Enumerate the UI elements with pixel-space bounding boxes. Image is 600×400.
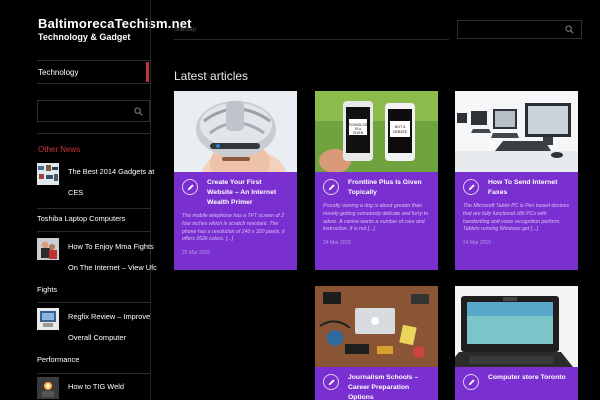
article-image[interactable]: [455, 286, 578, 367]
svg-text:DEBATE: DEBATE: [393, 130, 408, 134]
sidebar: Technology Other News The Best 2014 Gadg…: [37, 0, 157, 400]
divider: [37, 231, 150, 232]
article-title[interactable]: How To Send Internet Faxes: [488, 178, 570, 198]
pencil-icon: [323, 374, 339, 390]
article-title[interactable]: Computer store Toronto: [488, 373, 570, 383]
article-card[interactable]: TECHNOLOGY IS A GIVEN NOT A DEBATE Front…: [315, 91, 438, 270]
article-excerpt: The mobile telephone has a TFT screen of…: [182, 213, 285, 243]
article-image[interactable]: [174, 91, 297, 172]
article-title[interactable]: Journalism Schools – Career Preparation …: [348, 373, 430, 400]
other-news-heading: Other News: [38, 145, 81, 154]
svg-text:GIVEN: GIVEN: [353, 131, 364, 135]
svg-text:NOT A: NOT A: [395, 125, 406, 129]
news-title[interactable]: The Best 2014 Gadgets at: [68, 161, 154, 183]
article-date: 24 Mar 2015: [463, 240, 492, 247]
article-title[interactable]: Create Your First Website – An Internet …: [207, 178, 289, 208]
article-excerpt: Proudly owning a dog is about greater th…: [323, 203, 428, 233]
sitemap-link[interactable]: Sitemap: [174, 22, 449, 40]
news-title-cont[interactable]: Fights: [37, 279, 57, 301]
news-title[interactable]: Toshiba Laptop Computers: [37, 208, 125, 230]
header-search-input[interactable]: [457, 20, 582, 39]
news-thumbnail: [37, 238, 59, 260]
article-title[interactable]: Frontline Plus Is Given Topically: [348, 178, 430, 198]
article-image[interactable]: [455, 91, 578, 172]
pencil-icon: [182, 179, 198, 195]
divider: [37, 302, 150, 303]
sidebar-item-technology[interactable]: Technology: [37, 60, 150, 84]
search-icon[interactable]: [565, 25, 574, 34]
article-date: 24 Mar 2015: [323, 240, 352, 247]
article-date: 25 Mar 2015: [182, 250, 211, 257]
article-image[interactable]: TECHNOLOGY IS A GIVEN NOT A DEBATE: [315, 91, 438, 172]
pencil-icon: [463, 179, 479, 195]
news-title-cont[interactable]: On The Internet – View Ufc: [68, 257, 157, 279]
news-thumbnail: [37, 377, 59, 399]
news-title[interactable]: How To Enjoy Mma Fights: [68, 236, 154, 258]
news-title-cont[interactable]: CES: [68, 182, 83, 204]
news-title[interactable]: How to TIG Weld: [68, 376, 124, 398]
news-thumbnail: [37, 163, 59, 185]
search-icon[interactable]: [134, 107, 143, 116]
section-heading: Latest articles: [174, 69, 249, 83]
sidebar-search-input[interactable]: [37, 100, 150, 122]
news-thumbnail: [37, 308, 59, 330]
article-card[interactable]: How To Send Internet Faxes The Microsoft…: [455, 91, 578, 270]
divider: [37, 133, 150, 134]
pencil-icon: [463, 374, 479, 390]
article-image[interactable]: [315, 286, 438, 367]
sidebar-item-label: Technology: [38, 68, 79, 77]
article-card[interactable]: Computer store Toronto: [455, 286, 578, 400]
divider: [37, 373, 150, 374]
active-indicator: [146, 62, 149, 82]
news-title-cont[interactable]: Performance: [37, 349, 79, 371]
pencil-icon: [323, 179, 339, 195]
news-title[interactable]: Regfix Review – Improve: [68, 306, 150, 328]
article-card[interactable]: Create Your First Website – An Internet …: [174, 91, 297, 270]
article-excerpt: The Microsoft Tablet PC is Pen based dev…: [463, 203, 569, 233]
article-card[interactable]: Journalism Schools – Career Preparation …: [315, 286, 438, 400]
news-title-cont[interactable]: Overall Computer: [68, 327, 126, 349]
